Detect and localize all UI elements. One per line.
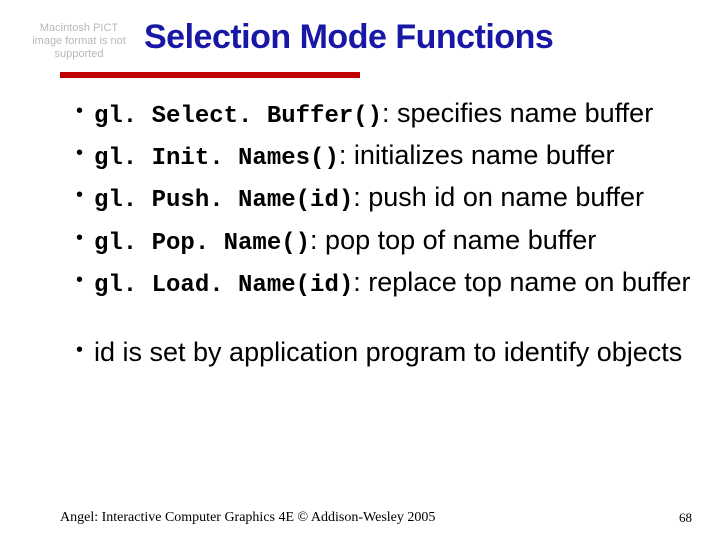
copyright: Angel: Interactive Computer Graphics 4E …: [60, 510, 435, 526]
bullet-list-secondary: id is set by application program to iden…: [76, 335, 696, 370]
list-item: gl. Select. Buffer(): specifies name buf…: [76, 96, 696, 132]
slide: Macintosh PICT image format is not suppo…: [0, 0, 720, 540]
desc-span: : replace top name on buffer: [353, 267, 690, 297]
code-span: gl. Load. Name(id): [94, 272, 353, 299]
desc-span: : initializes name buffer: [339, 140, 615, 170]
list-item: gl. Pop. Name(): pop top of name buffer: [76, 223, 696, 259]
list-item: gl. Init. Names(): initializes name buff…: [76, 138, 696, 174]
code-span: gl. Select. Buffer(): [94, 103, 382, 130]
header: Macintosh PICT image format is not suppo…: [24, 18, 696, 62]
bullet-list: gl. Select. Buffer(): specifies name buf…: [76, 96, 696, 301]
footer: Angel: Interactive Computer Graphics 4E …: [0, 510, 720, 526]
list-item: id is set by application program to iden…: [76, 335, 696, 370]
desc-span: : pop top of name buffer: [310, 225, 596, 255]
code-span: gl. Pop. Name(): [94, 230, 310, 257]
page-number: 68: [679, 510, 692, 526]
list-item: gl. Push. Name(id): push id on name buff…: [76, 180, 696, 216]
page-title: Selection Mode Functions: [144, 18, 553, 57]
title-underline: [60, 72, 360, 78]
desc-span: : push id on name buffer: [353, 182, 644, 212]
content: gl. Select. Buffer(): specifies name buf…: [24, 96, 696, 370]
desc-span: id is set by application program to iden…: [94, 337, 682, 367]
desc-span: : specifies name buffer: [382, 98, 653, 128]
code-span: gl. Push. Name(id): [94, 187, 353, 214]
code-span: gl. Init. Names(): [94, 145, 339, 172]
pict-placeholder: Macintosh PICT image format is not suppo…: [24, 18, 134, 62]
list-item: gl. Load. Name(id): replace top name on …: [76, 265, 696, 301]
